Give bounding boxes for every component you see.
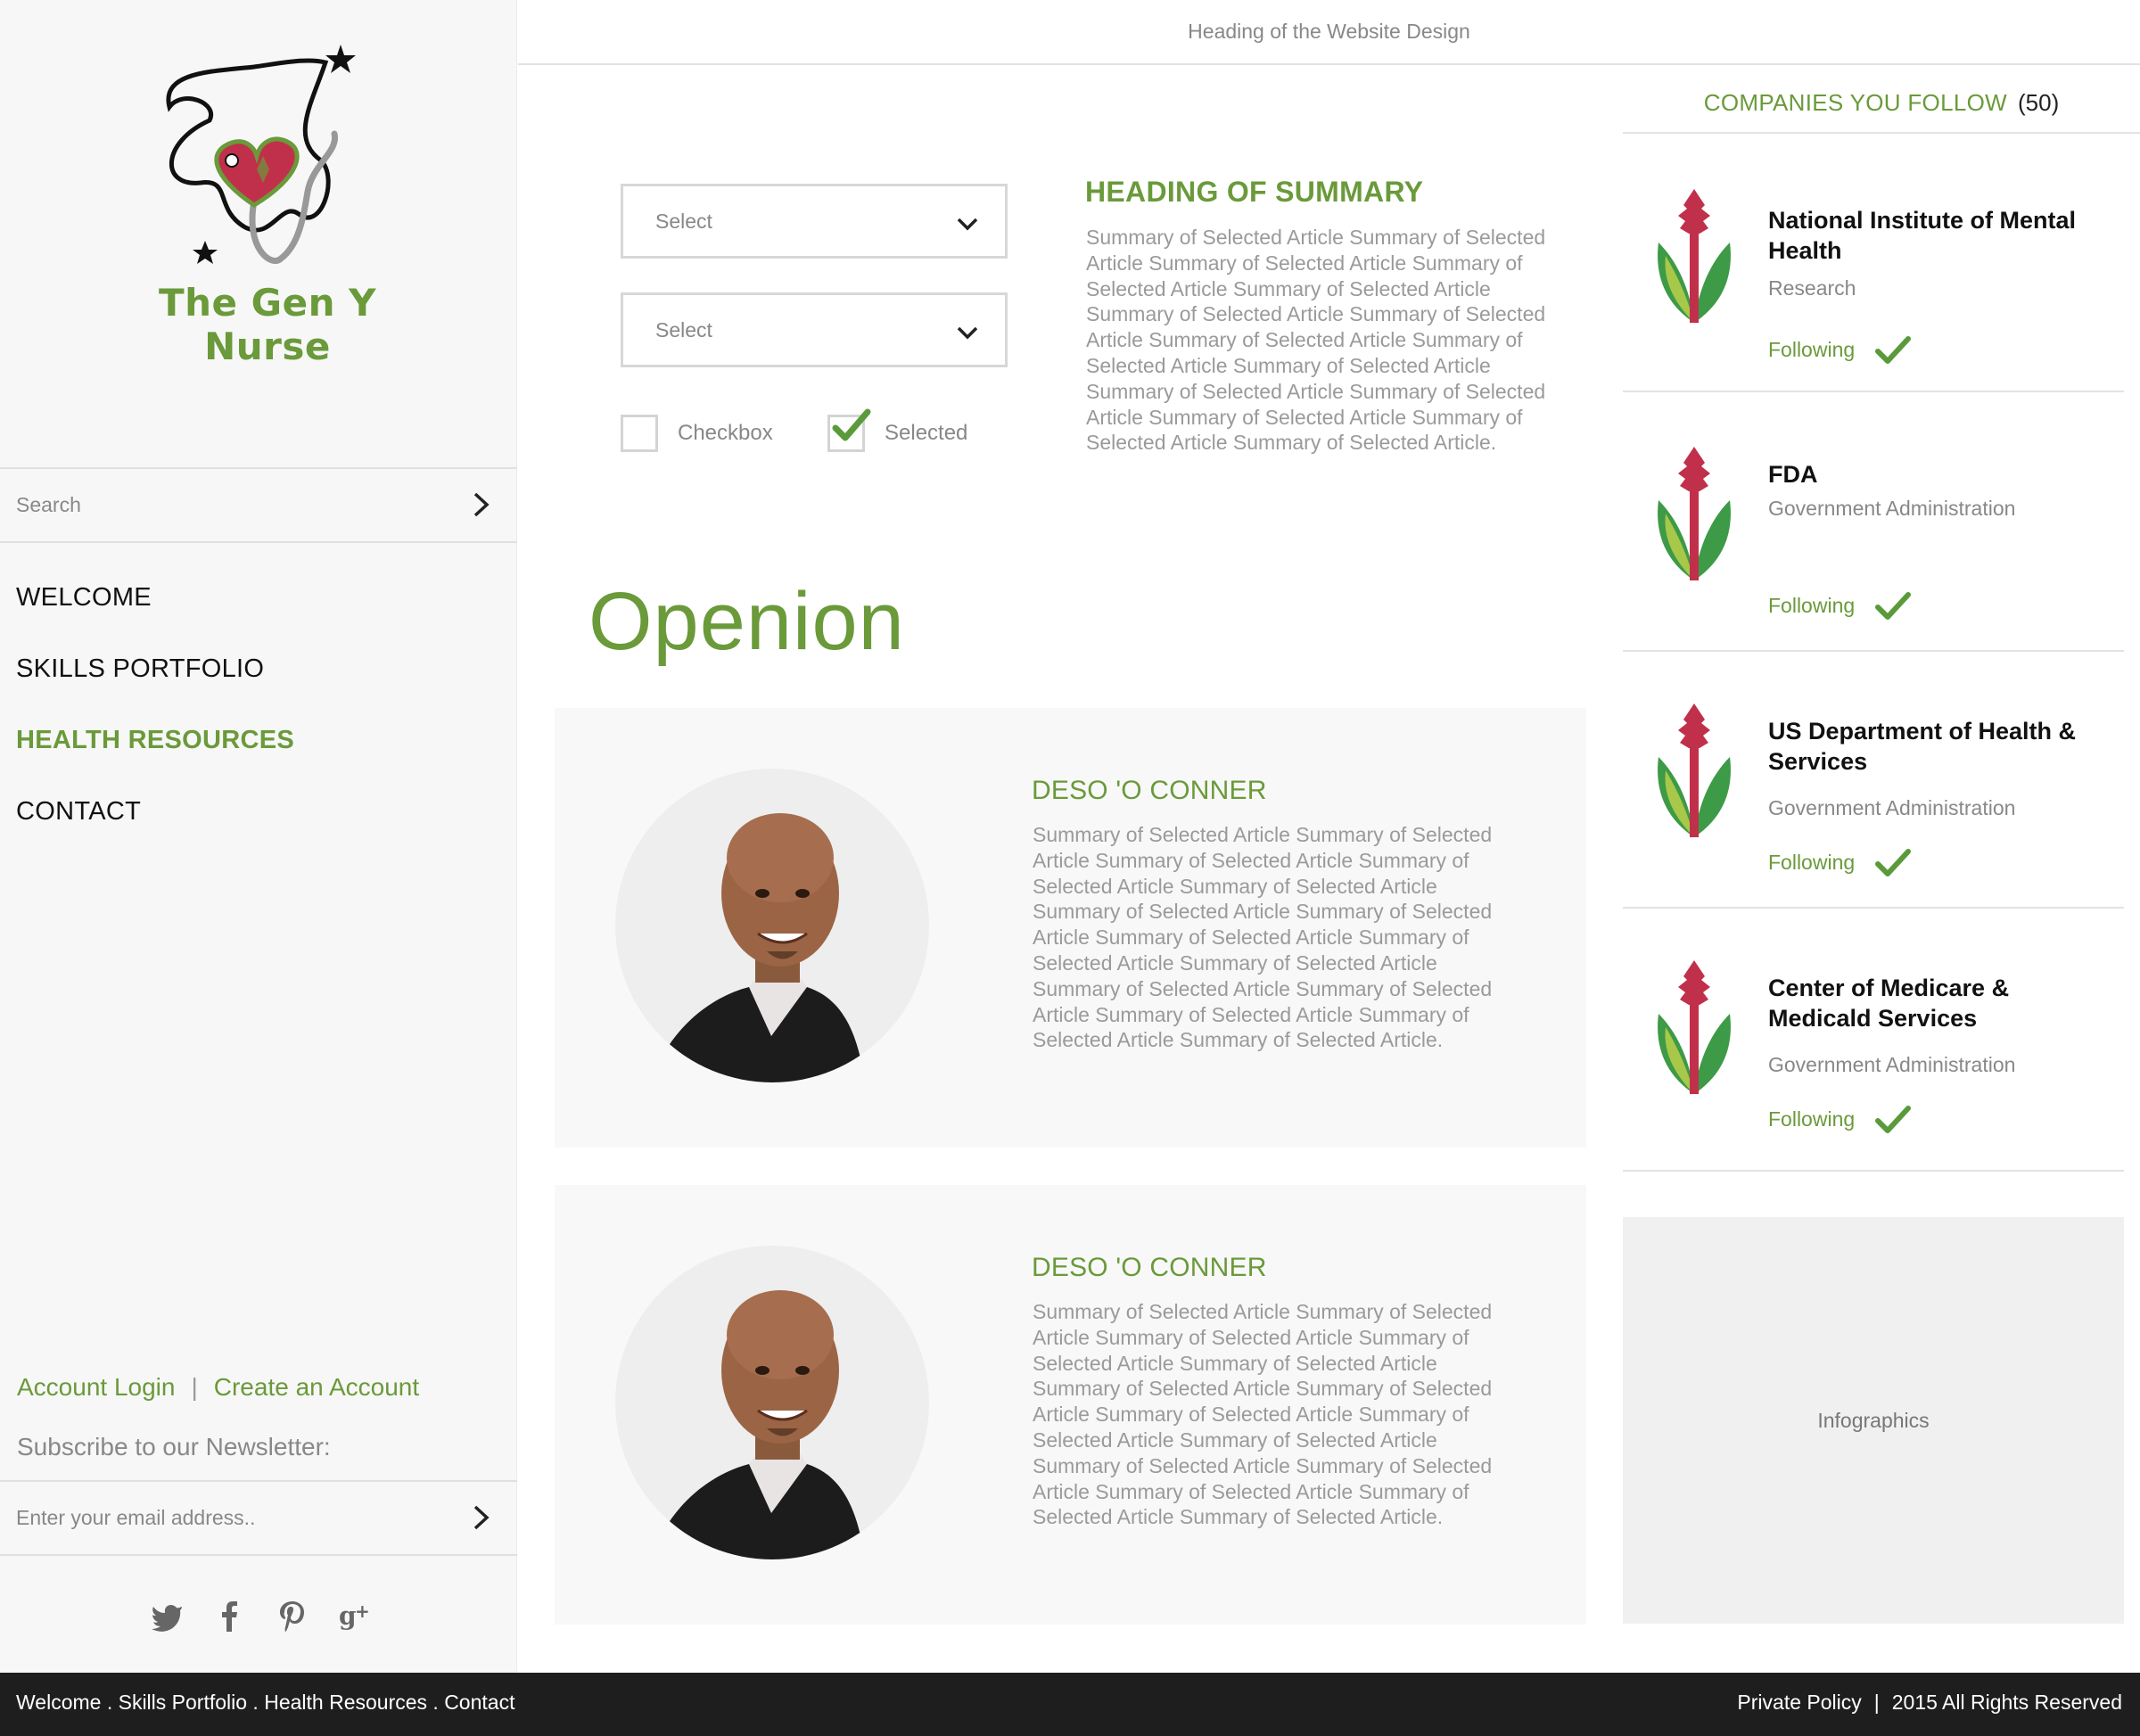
footer-nav[interactable]: Welcome . Skills Portfolio . Health Reso…: [16, 1691, 514, 1715]
opinion-text: Summary of Selected Article Summary of S…: [1033, 823, 1493, 1052]
search-bar: [0, 467, 517, 543]
companies-heading-label: COMPANIES YOU FOLLOW: [1703, 89, 2007, 116]
infographics-label: Infographics: [1817, 1408, 1930, 1432]
copyright-text: 2015 All Rights Reserved: [1891, 1691, 2122, 1714]
checkbox-option[interactable]: Checkbox: [621, 415, 773, 452]
select-dropdown-2-value: Select: [655, 318, 712, 341]
company-name[interactable]: Center of Medicare & Medicald Services: [1768, 973, 2116, 1033]
nav-item-contact[interactable]: CONTACT: [16, 794, 294, 829]
nurse-logo-icon: [166, 45, 356, 264]
top-header: Heading of the Website Design: [518, 0, 2140, 65]
chevron-down-icon: [957, 326, 978, 340]
newsletter-bar: [0, 1480, 517, 1556]
svg-text:g: g: [339, 1601, 357, 1631]
following-label: Following: [1768, 850, 1856, 874]
company-category: Government Administration: [1768, 1053, 2016, 1076]
selected-label: Selected: [885, 421, 968, 445]
select-dropdown-2[interactable]: Select: [621, 292, 1008, 367]
newsletter-label: Subscribe to our Newsletter:: [17, 1433, 331, 1460]
company-card[interactable]: National Institute of Mental Health Rese…: [1623, 136, 2124, 392]
opinion-title: Openion: [588, 576, 905, 667]
opinion-author-name: DESO 'O CONNER: [1032, 1253, 1267, 1282]
footer-legal: Private Policy | 2015 All Rights Reserved: [1737, 1691, 2122, 1715]
opinion-card: DESO 'O CONNER Summary of Selected Artic…: [555, 1185, 1586, 1625]
nav-item-skills-portfolio[interactable]: SKILLS PORTFOLIO: [16, 651, 294, 687]
company-category: Research: [1768, 276, 1856, 300]
opinion-card: DESO 'O CONNER Summary of Selected Artic…: [555, 708, 1586, 1148]
following-toggle[interactable]: Following: [1768, 1103, 1912, 1135]
facebook-icon[interactable]: [212, 1598, 248, 1633]
checkmark-icon: [1875, 1106, 1912, 1133]
company-card[interactable]: US Department of Health & Services Gover…: [1623, 652, 2124, 909]
brand-name: The Gen Y Nurse: [158, 281, 377, 368]
select-dropdown-1-value: Select: [655, 210, 712, 233]
twitter-icon[interactable]: [150, 1598, 185, 1633]
companies-heading: COMPANIES YOU FOLLOW (50): [1623, 89, 2140, 134]
search-input[interactable]: [0, 469, 446, 541]
nav-item-welcome[interactable]: WELCOME: [16, 580, 294, 615]
checkmark-icon: [1875, 592, 1912, 620]
newsletter-email-input[interactable]: [0, 1482, 446, 1554]
page-heading: Heading of the Website Design: [1188, 20, 1470, 43]
company-category: Government Administration: [1768, 497, 2016, 520]
checkbox-checked[interactable]: [827, 408, 871, 452]
privacy-policy-link[interactable]: Private Policy: [1737, 1691, 1861, 1714]
sidebar: The Gen Y Nurse WELCOME SKILLS PORTFOLIO…: [0, 0, 517, 1673]
following-label: Following: [1768, 593, 1856, 617]
following-label: Following: [1768, 1107, 1856, 1131]
account-links: Account Login | Create an Account: [17, 1373, 419, 1402]
following-toggle[interactable]: Following: [1768, 333, 1912, 366]
company-card[interactable]: FDA Government Administration Following: [1623, 395, 2124, 652]
company-name[interactable]: US Department of Health & Services: [1768, 716, 2116, 777]
svg-text:+: +: [355, 1600, 370, 1622]
checkmark-icon: [1875, 336, 1912, 364]
company-category: Government Administration: [1768, 796, 2016, 819]
infographics-panel[interactable]: Infographics: [1623, 1217, 2124, 1624]
checkmark-icon: [832, 408, 871, 441]
checkbox-unchecked[interactable]: [621, 415, 658, 452]
person-photo-icon: [651, 813, 865, 1082]
person-photo-icon: [651, 1290, 865, 1559]
summary-heading: HEADING OF SUMMARY: [1085, 176, 1424, 208]
following-toggle[interactable]: Following: [1768, 846, 1912, 878]
select-dropdown-1[interactable]: Select: [621, 184, 1008, 259]
account-links-separator: |: [191, 1373, 198, 1401]
company-card[interactable]: Center of Medicare & Medicald Services G…: [1623, 909, 2124, 1172]
social-links: g +: [150, 1598, 373, 1633]
brand-logo[interactable]: The Gen Y Nurse: [98, 36, 437, 368]
company-name[interactable]: National Institute of Mental Health: [1768, 205, 2116, 266]
nav-item-health-resources[interactable]: HEALTH RESOURCES: [16, 722, 294, 758]
following-label: Following: [1768, 337, 1856, 361]
flower-logo-icon: [1658, 703, 1731, 837]
flower-logo-icon: [1658, 960, 1731, 1094]
summary-text: Summary of Selected Article Summary of S…: [1086, 226, 1546, 455]
opinion-author-name: DESO 'O CONNER: [1032, 776, 1267, 805]
checkmark-icon: [1875, 849, 1912, 876]
main-nav: WELCOME SKILLS PORTFOLIO HEALTH RESOURCE…: [16, 580, 294, 865]
company-name[interactable]: FDA: [1768, 459, 2116, 490]
pinterest-icon[interactable]: [275, 1598, 310, 1633]
footer-separator: |: [1873, 1691, 1880, 1714]
account-login-link[interactable]: Account Login: [17, 1373, 175, 1401]
search-submit-arrow-icon[interactable]: [465, 489, 498, 521]
google-plus-icon[interactable]: g +: [337, 1598, 373, 1633]
avatar: [615, 1246, 929, 1559]
flower-logo-icon: [1658, 447, 1731, 580]
companies-count: (50): [2017, 89, 2060, 116]
flower-logo-icon: [1658, 189, 1731, 323]
create-account-link[interactable]: Create an Account: [214, 1373, 419, 1401]
selected-option[interactable]: Selected: [827, 408, 968, 452]
footer: Welcome . Skills Portfolio . Health Reso…: [0, 1673, 2140, 1736]
checkbox-label: Checkbox: [678, 421, 773, 445]
avatar: [615, 769, 929, 1082]
opinion-text: Summary of Selected Article Summary of S…: [1033, 1300, 1493, 1529]
newsletter-submit-arrow-icon[interactable]: [465, 1502, 498, 1534]
chevron-down-icon: [957, 218, 978, 231]
following-toggle[interactable]: Following: [1768, 589, 1912, 621]
